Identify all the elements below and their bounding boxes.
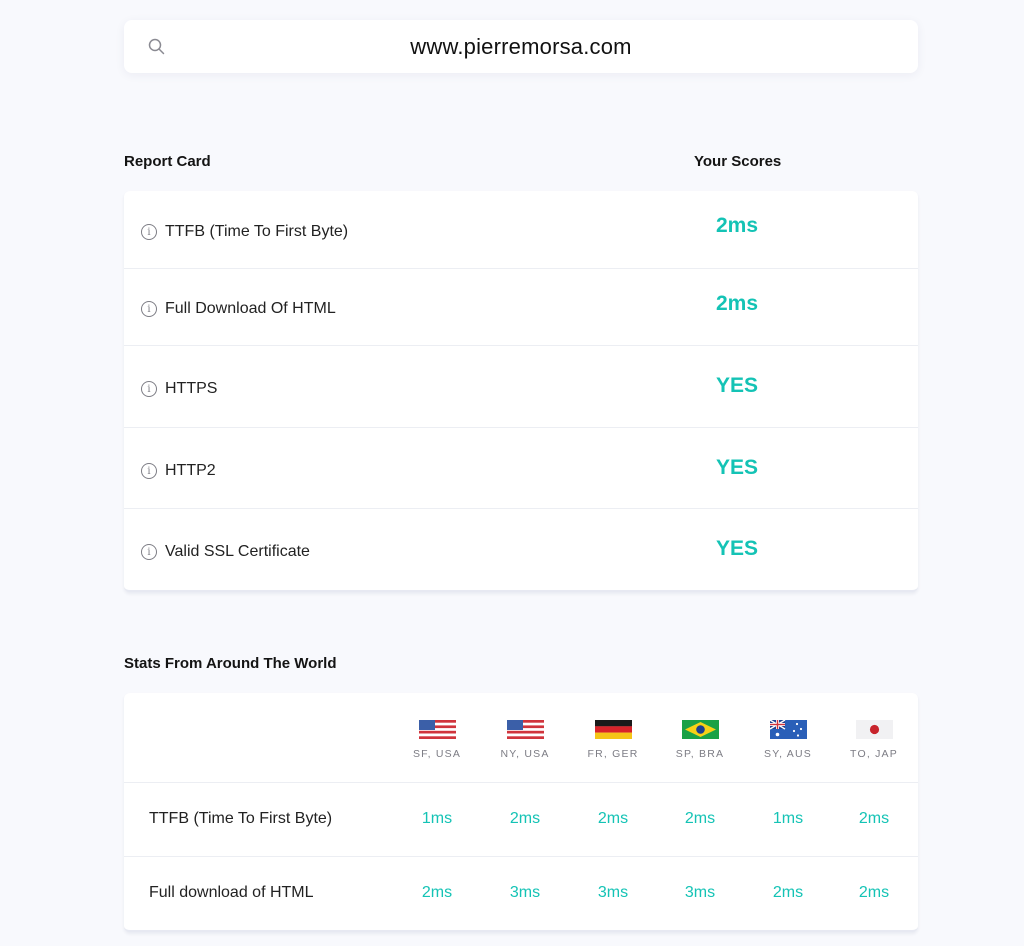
metric-value: 1ms: [421, 810, 453, 827]
location-ny-usa: NY, USA: [485, 720, 565, 760]
location-label: SF, USA: [412, 748, 462, 760]
info-icon[interactable]: i: [141, 224, 157, 240]
australia-flag-icon: [769, 720, 807, 739]
metric-value: 2ms: [421, 884, 453, 901]
location-label: FR, GER: [587, 748, 639, 760]
search-query[interactable]: www.pierremorsa.com: [410, 34, 631, 60]
report-score: 2ms: [715, 214, 759, 237]
report-label: TTFB (Time To First Byte): [165, 223, 349, 240]
location-sf-usa: SF, USA: [397, 720, 477, 760]
japan-flag-icon: [855, 720, 893, 739]
report-label: HTTPS: [165, 380, 218, 397]
info-icon[interactable]: i: [141, 301, 157, 317]
metric-value: 2ms: [684, 810, 716, 827]
location-sp-bra: SP, BRA: [660, 720, 740, 760]
info-icon[interactable]: i: [141, 544, 157, 560]
report-label: HTTP2: [165, 462, 216, 479]
location-fr-ger: FR, GER: [573, 720, 653, 760]
info-icon[interactable]: i: [141, 463, 157, 479]
location-sy-aus: SY, AUS: [748, 720, 828, 760]
search-bar[interactable]: www.pierremorsa.com: [124, 20, 918, 73]
divider: [124, 782, 918, 783]
metric-label-html: Full download of HTML: [149, 884, 314, 901]
location-to-jap: TO, JAP: [834, 720, 914, 760]
report-label: Full Download Of HTML: [165, 300, 336, 317]
metric-value: 2ms: [597, 810, 629, 827]
report-row-http2: i HTTP2 YES: [124, 428, 918, 509]
report-card: i TTFB (Time To First Byte) 2ms i Full D…: [124, 191, 918, 592]
search-icon: [148, 38, 165, 55]
location-label: SP, BRA: [675, 748, 725, 760]
report-score: 2ms: [715, 292, 759, 315]
report-score: YES: [715, 374, 759, 397]
brazil-flag-icon: [681, 720, 719, 739]
metric-value: 2ms: [858, 884, 890, 901]
metric-value: 2ms: [858, 810, 890, 827]
report-label: Valid SSL Certificate: [165, 543, 310, 560]
report-row-ttfb: i TTFB (Time To First Byte) 2ms: [124, 191, 918, 269]
your-scores-header: Your Scores: [694, 153, 782, 170]
divider: [124, 856, 918, 857]
metric-value: 3ms: [509, 884, 541, 901]
usa-flag-icon: [418, 720, 456, 739]
world-stats-card: SF, USA NY, USA FR, GER SP, BRA SY, AUS …: [124, 693, 918, 932]
report-row-https: i HTTPS YES: [124, 346, 918, 428]
metric-value: 3ms: [597, 884, 629, 901]
location-label: TO, JAP: [850, 748, 898, 760]
report-score: YES: [715, 537, 759, 560]
germany-flag-icon: [594, 720, 632, 739]
location-label: NY, USA: [500, 748, 550, 760]
world-stats-title: Stats From Around The World: [124, 655, 337, 672]
metric-value: 2ms: [772, 884, 804, 901]
report-row-html: i Full Download Of HTML 2ms: [124, 269, 918, 346]
report-row-ssl: i Valid SSL Certificate YES: [124, 509, 918, 590]
report-score: YES: [715, 456, 759, 479]
metric-value: 2ms: [509, 810, 541, 827]
metric-value: 1ms: [772, 810, 804, 827]
metric-label-ttfb: TTFB (Time To First Byte): [149, 810, 333, 827]
location-label: SY, AUS: [764, 748, 812, 760]
usa-flag-icon: [506, 720, 544, 739]
metric-value: 3ms: [684, 884, 716, 901]
info-icon[interactable]: i: [141, 381, 157, 397]
report-card-title: Report Card: [124, 153, 211, 170]
